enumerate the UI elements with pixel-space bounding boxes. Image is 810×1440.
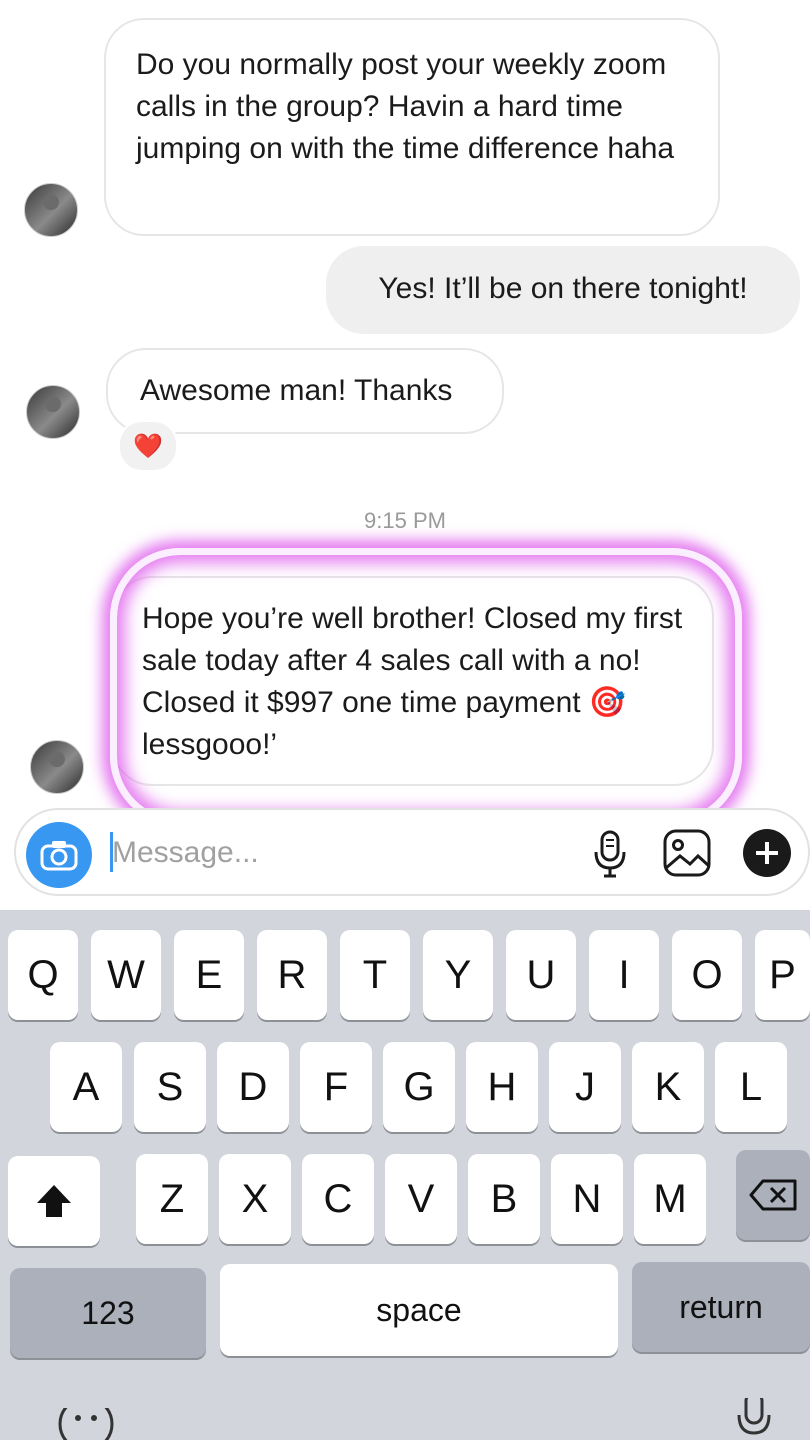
message-text: Do you normally post your weekly zoom ca… — [136, 48, 675, 165]
key-x[interactable]: X — [219, 1154, 291, 1244]
message-text: Yes! It’ll be on there tonight! — [378, 272, 748, 305]
dictation-button[interactable] — [732, 1398, 776, 1440]
add-button[interactable] — [740, 826, 794, 880]
contact-avatar[interactable] — [30, 740, 84, 794]
emoji-button[interactable] — [56, 1408, 116, 1440]
key-b[interactable]: B — [468, 1154, 540, 1244]
shift-key[interactable] — [8, 1156, 100, 1246]
key-r[interactable]: R — [257, 930, 327, 1020]
space-key[interactable]: space — [220, 1264, 618, 1356]
voice-message-button[interactable] — [586, 824, 634, 884]
delete-key[interactable] — [736, 1150, 810, 1240]
microphone-icon — [594, 830, 626, 878]
message-bubble-sent[interactable]: Yes! It’ll be on there tonight! — [326, 246, 800, 334]
dictation-mic-icon — [737, 1398, 771, 1435]
key-n[interactable]: N — [551, 1154, 623, 1244]
key-w[interactable]: W — [91, 930, 161, 1020]
key-z[interactable]: Z — [136, 1154, 208, 1244]
key-c[interactable]: C — [302, 1154, 374, 1244]
key-k[interactable]: K — [632, 1042, 704, 1132]
message-bubble-received[interactable]: Do you normally post your weekly zoom ca… — [104, 18, 720, 236]
key-d[interactable]: D — [217, 1042, 289, 1132]
contact-avatar[interactable] — [26, 385, 80, 439]
key-q[interactable]: Q — [8, 930, 78, 1020]
numbers-key[interactable]: 123 — [10, 1268, 206, 1358]
key-a[interactable]: A — [50, 1042, 122, 1132]
key-s[interactable]: S — [134, 1042, 206, 1132]
gallery-icon — [663, 829, 711, 877]
message-bubble-received[interactable]: Hope you’re well brother! Closed my firs… — [112, 576, 714, 786]
key-j[interactable]: J — [549, 1042, 621, 1132]
key-m[interactable]: M — [634, 1154, 706, 1244]
key-h[interactable]: H — [466, 1042, 538, 1132]
plus-circle-icon — [743, 829, 791, 877]
message-text: Hope you’re well brother! Closed my firs… — [142, 602, 683, 761]
key-v[interactable]: V — [385, 1154, 457, 1244]
key-g[interactable]: G — [383, 1042, 455, 1132]
chat-thread[interactable]: Do you normally post your weekly zoom ca… — [0, 0, 810, 910]
heart-reaction[interactable]: ❤️ — [118, 420, 178, 472]
backspace-icon — [749, 1179, 797, 1211]
key-i[interactable]: I — [589, 930, 659, 1020]
shift-arrow-icon — [37, 1185, 71, 1217]
key-o[interactable]: O — [672, 930, 742, 1020]
message-text: Awesome man! Thanks — [140, 374, 453, 407]
message-timestamp: 9:15 PM — [364, 508, 446, 533]
return-key[interactable]: return — [632, 1262, 810, 1352]
gallery-button[interactable] — [660, 826, 714, 880]
keyboard: Q W E R T Y U I O P A S D F G H J K L Z … — [0, 910, 810, 1440]
key-t[interactable]: T — [340, 930, 410, 1020]
heart-icon: ❤️ — [133, 432, 163, 460]
key-l[interactable]: L — [715, 1042, 787, 1132]
message-input[interactable] — [112, 828, 552, 878]
key-u[interactable]: U — [506, 930, 576, 1020]
contact-avatar[interactable] — [24, 183, 78, 237]
message-bubble-received[interactable]: Awesome man! Thanks — [106, 348, 504, 434]
key-e[interactable]: E — [174, 930, 244, 1020]
key-f[interactable]: F — [300, 1042, 372, 1132]
camera-icon — [40, 841, 78, 871]
emoji-icon — [58, 1408, 114, 1440]
key-y[interactable]: Y — [423, 930, 493, 1020]
camera-button[interactable] — [26, 822, 92, 888]
message-composer — [14, 808, 810, 896]
key-p[interactable]: P — [755, 930, 810, 1020]
